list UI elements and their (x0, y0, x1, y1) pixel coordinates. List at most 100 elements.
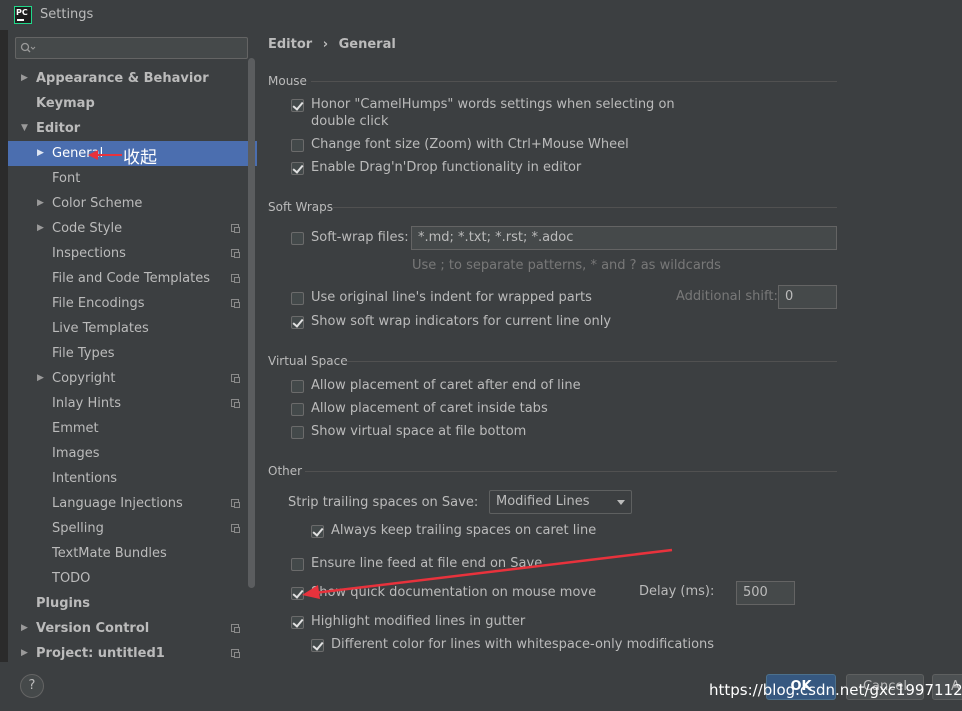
soft-wrap-hint: Use ; to separate patterns, * and ? as w… (412, 258, 721, 273)
soft-wrap-files-label: Soft-wrap files: (311, 230, 409, 245)
strip-trailing-select[interactable]: Modified Lines (489, 490, 632, 514)
project-scope-icon (231, 374, 240, 383)
sidebar-item-label: Appearance & Behavior (36, 71, 209, 86)
section-title-soft-wraps: Soft Wraps (268, 200, 333, 214)
caret-inside-tabs-label: Allow placement of caret inside tabs (311, 401, 548, 416)
sidebar-item-live-templates[interactable]: Live Templates (8, 316, 257, 341)
sidebar-item-images[interactable]: Images (8, 441, 257, 466)
help-button[interactable]: ? (20, 674, 44, 698)
additional-shift-input[interactable]: 0 (778, 285, 837, 309)
project-scope-icon (231, 224, 240, 233)
sidebar-item-label: Spelling (52, 521, 104, 536)
soft-wrap-files-checkbox[interactable] (291, 232, 304, 245)
virtual-space-bottom-label: Show virtual space at file bottom (311, 424, 527, 439)
sidebar-item-textmate-bundles[interactable]: TextMate Bundles (8, 541, 257, 566)
virtual-space-bottom-checkbox[interactable] (291, 426, 304, 439)
sidebar-item-version-control[interactable]: ▶ Version Control (8, 616, 257, 641)
sidebar-item-code-style[interactable]: ▶ Code Style (8, 216, 257, 241)
annotation-collapse-note: 收起 (123, 148, 157, 168)
chevron-right-icon[interactable]: ▶ (37, 366, 44, 391)
project-scope-icon (231, 299, 240, 308)
sidebar-scrollbar[interactable] (248, 58, 255, 588)
zoom-checkbox[interactable] (291, 139, 304, 152)
sidebar-item-intentions[interactable]: Intentions (8, 466, 257, 491)
chevron-down-icon (617, 500, 625, 505)
zoom-label: Change font size (Zoom) with Ctrl+Mouse … (311, 137, 629, 152)
whitespace-modifications-label: Different color for lines with whitespac… (331, 637, 715, 652)
sidebar-item-label: Code Style (52, 221, 123, 236)
camel-humps-checkbox[interactable] (291, 99, 304, 112)
project-scope-icon (231, 524, 240, 533)
keep-trailing-checkbox[interactable] (311, 525, 324, 538)
pycharm-logo-icon: PC (14, 6, 32, 24)
sidebar-item-keymap[interactable]: Keymap (8, 91, 257, 116)
sidebar-item-plugins[interactable]: Plugins (8, 591, 257, 616)
chevron-right-icon[interactable]: ▶ (37, 191, 44, 216)
drag-drop-checkbox[interactable] (291, 162, 304, 175)
sidebar-item-inspections[interactable]: Inspections (8, 241, 257, 266)
sidebar-item-label: Editor (36, 121, 81, 136)
project-scope-icon (231, 399, 240, 408)
chevron-right-icon[interactable]: ▶ (21, 66, 28, 91)
sidebar-item-todo[interactable]: TODO (8, 566, 257, 591)
additional-shift-label: Additional shift: (676, 289, 778, 304)
soft-wrap-files-input[interactable]: *.md; *.txt; *.rst; *.adoc (411, 226, 837, 250)
sidebar-item-file-and-code-templates[interactable]: File and Code Templates (8, 266, 257, 291)
soft-wrap-indicators-label: Show soft wrap indicators for current li… (311, 314, 612, 329)
annotation-arrow-icon (302, 548, 673, 599)
chevron-down-icon[interactable]: ▼ (21, 116, 28, 141)
project-scope-icon (231, 274, 240, 283)
whitespace-modifications-checkbox[interactable] (311, 639, 324, 652)
chevron-right-icon[interactable]: ▶ (37, 141, 44, 166)
settings-search-input[interactable] (15, 37, 248, 59)
sidebar-item-inlay-hints[interactable]: Inlay Hints (8, 391, 257, 416)
strip-trailing-value: Modified Lines (496, 494, 590, 509)
sidebar-item-appearance-behavior[interactable]: ▶ Appearance & Behavior (8, 66, 257, 91)
sidebar-item-label: Emmet (52, 421, 99, 436)
soft-wrap-indicators-checkbox[interactable] (291, 316, 304, 329)
chevron-right-icon[interactable]: ▶ (21, 641, 28, 662)
sidebar-item-label: Intentions (52, 471, 118, 486)
breadcrumb-general: General (338, 37, 396, 52)
breadcrumb-separator: › (322, 37, 329, 52)
sidebar-item-spelling[interactable]: Spelling (8, 516, 257, 541)
chevron-right-icon[interactable]: ▶ (37, 216, 44, 241)
sidebar-item-label: Images (52, 446, 100, 461)
sidebar-item-editor[interactable]: ▼ Editor (8, 116, 257, 141)
section-divider (343, 361, 837, 362)
sidebar-item-emmet[interactable]: Emmet (8, 416, 257, 441)
sidebar-item-label: Live Templates (52, 321, 149, 336)
sidebar-item-label: Copyright (52, 371, 116, 386)
caret-inside-tabs-checkbox[interactable] (291, 403, 304, 416)
section-title-virtual-space: Virtual Space (268, 354, 348, 368)
annotation-arrow-icon (88, 150, 122, 160)
caret-after-end-label: Allow placement of caret after end of li… (311, 378, 581, 393)
highlight-modified-label: Highlight modified lines in gutter (311, 614, 526, 629)
sidebar-item-copyright[interactable]: ▶ Copyright (8, 366, 257, 391)
sidebar-item-label: Project: untitled1 (36, 646, 165, 661)
search-icon (20, 42, 36, 53)
sidebar-item-label: Version Control (36, 621, 150, 636)
section-divider (305, 471, 837, 472)
project-scope-icon (231, 624, 240, 633)
keep-trailing-label: Always keep trailing spaces on caret lin… (331, 523, 597, 538)
sidebar-item-file-encodings[interactable]: File Encodings (8, 291, 257, 316)
sidebar-item-language-injections[interactable]: Language Injections (8, 491, 257, 516)
sidebar-item-label: Keymap (36, 96, 95, 111)
sidebar-item-color-scheme[interactable]: ▶ Color Scheme (8, 191, 257, 216)
drag-drop-label: Enable Drag'n'Drop functionality in edit… (311, 160, 582, 175)
sidebar-item-project-untitled1[interactable]: ▶ Project: untitled1 (8, 641, 257, 662)
original-indent-checkbox[interactable] (291, 292, 304, 305)
section-divider (333, 207, 837, 208)
caret-after-end-checkbox[interactable] (291, 380, 304, 393)
settings-sidebar: ▶ Appearance & Behavior Keymap ▼ Editor ▶ Gene… (8, 30, 257, 662)
highlight-modified-checkbox[interactable] (291, 616, 304, 629)
chevron-right-icon[interactable]: ▶ (21, 616, 28, 641)
title-bar: PC Settings (0, 0, 962, 30)
watermark-url: https://blog.csdn.net/gxc19971128 (709, 681, 962, 699)
sidebar-item-font[interactable]: Font (8, 166, 257, 191)
delay-input[interactable]: 500 (736, 581, 795, 605)
sidebar-item-file-types[interactable]: File Types (8, 341, 257, 366)
background-window-edge (0, 30, 8, 711)
sidebar-item-label: Plugins (36, 596, 90, 611)
